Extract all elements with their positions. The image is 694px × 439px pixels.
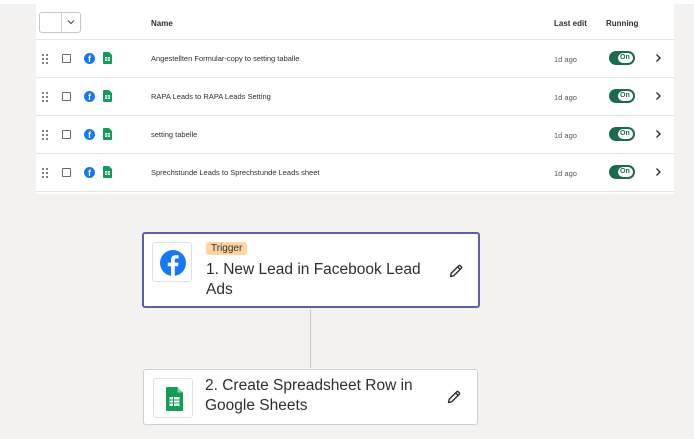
- table-row[interactable]: f Sprechstunde Leads to Sprechstunde Lea…: [36, 154, 674, 192]
- toggle-knob: On: [617, 128, 634, 140]
- toggle-knob: On: [617, 166, 634, 178]
- zap-name[interactable]: Sprechstunde Leads to Sprechstunde Leads…: [151, 168, 319, 177]
- toggle-label: On: [620, 92, 630, 99]
- running-toggle[interactable]: On: [609, 127, 635, 141]
- facebook-icon: f: [84, 53, 95, 64]
- facebook-icon: [160, 250, 186, 276]
- toggle-label: On: [620, 130, 630, 137]
- drag-handle-icon[interactable]: [42, 168, 50, 178]
- column-header-last-edit[interactable]: Last edit: [554, 19, 587, 28]
- drag-handle-icon[interactable]: [42, 54, 50, 64]
- step-title: 2. Create Spreadsheet Row in Google Shee…: [205, 377, 413, 414]
- toggle-label: On: [620, 168, 630, 175]
- pencil-edit-icon[interactable]: [448, 263, 464, 279]
- toggle-label: On: [620, 54, 630, 61]
- zap-name[interactable]: Angestellten Formular-copy to setting ta…: [151, 54, 299, 63]
- row-checkbox[interactable]: [62, 54, 71, 63]
- table-row[interactable]: f RAPA Leads to RAPA Leads Setting 1d ag…: [36, 78, 674, 116]
- drag-handle-icon[interactable]: [42, 130, 50, 140]
- row-checkbox[interactable]: [62, 92, 71, 101]
- table-header: Name Last edit Running: [36, 4, 674, 40]
- action-step-card[interactable]: 2. Create Spreadsheet Row in Google Shee…: [143, 369, 478, 425]
- last-edit-date: 1d ago: [554, 93, 577, 102]
- zaps-table: Name Last edit Running f Angestellten Fo…: [36, 4, 674, 194]
- last-edit-date: 1d ago: [554, 169, 577, 178]
- chevron-right-icon[interactable]: [654, 91, 662, 101]
- last-edit-date: 1d ago: [554, 131, 577, 140]
- google-sheets-icon: [103, 52, 112, 64]
- step-connector-line: [310, 310, 311, 368]
- zap-name[interactable]: RAPA Leads to RAPA Leads Setting: [151, 92, 271, 101]
- drag-handle-icon[interactable]: [42, 92, 50, 102]
- google-sheets-icon: [103, 90, 112, 102]
- facebook-icon: f: [84, 167, 95, 178]
- bulk-select-dropdown[interactable]: [39, 12, 81, 33]
- trigger-step-card[interactable]: Trigger 1. New Lead in Facebook Lead Ads: [142, 232, 480, 308]
- trigger-badge: Trigger: [206, 242, 248, 255]
- google-sheets-icon: [103, 166, 112, 178]
- step-app-icon-box: [152, 242, 192, 282]
- running-toggle[interactable]: On: [609, 89, 635, 103]
- google-sheets-icon: [166, 387, 183, 411]
- table-row[interactable]: f setting tabelle 1d ago On: [36, 116, 674, 154]
- chevron-right-icon[interactable]: [654, 167, 662, 177]
- step-title: 1. New Lead in Facebook Lead Ads: [206, 261, 421, 298]
- row-checkbox[interactable]: [62, 168, 71, 177]
- facebook-icon: f: [84, 129, 95, 140]
- step-app-icon-box: [153, 378, 193, 418]
- chevron-right-icon[interactable]: [654, 53, 662, 63]
- chevron-right-icon[interactable]: [654, 129, 662, 139]
- last-edit-date: 1d ago: [554, 55, 577, 64]
- running-toggle[interactable]: On: [609, 51, 635, 65]
- running-toggle[interactable]: On: [609, 165, 635, 179]
- zap-name[interactable]: setting tabelle: [151, 130, 197, 139]
- facebook-icon: f: [84, 91, 95, 102]
- chevron-down-icon: [67, 20, 75, 25]
- row-checkbox[interactable]: [62, 130, 71, 139]
- table-row[interactable]: f Angestellten Formular-copy to setting …: [36, 40, 674, 78]
- toggle-knob: On: [617, 52, 634, 64]
- column-header-name[interactable]: Name: [151, 19, 173, 28]
- select-divider: [61, 13, 62, 32]
- toggle-knob: On: [617, 90, 634, 102]
- column-header-running[interactable]: Running: [606, 19, 638, 28]
- google-sheets-icon: [103, 128, 112, 140]
- pencil-edit-icon[interactable]: [446, 389, 462, 405]
